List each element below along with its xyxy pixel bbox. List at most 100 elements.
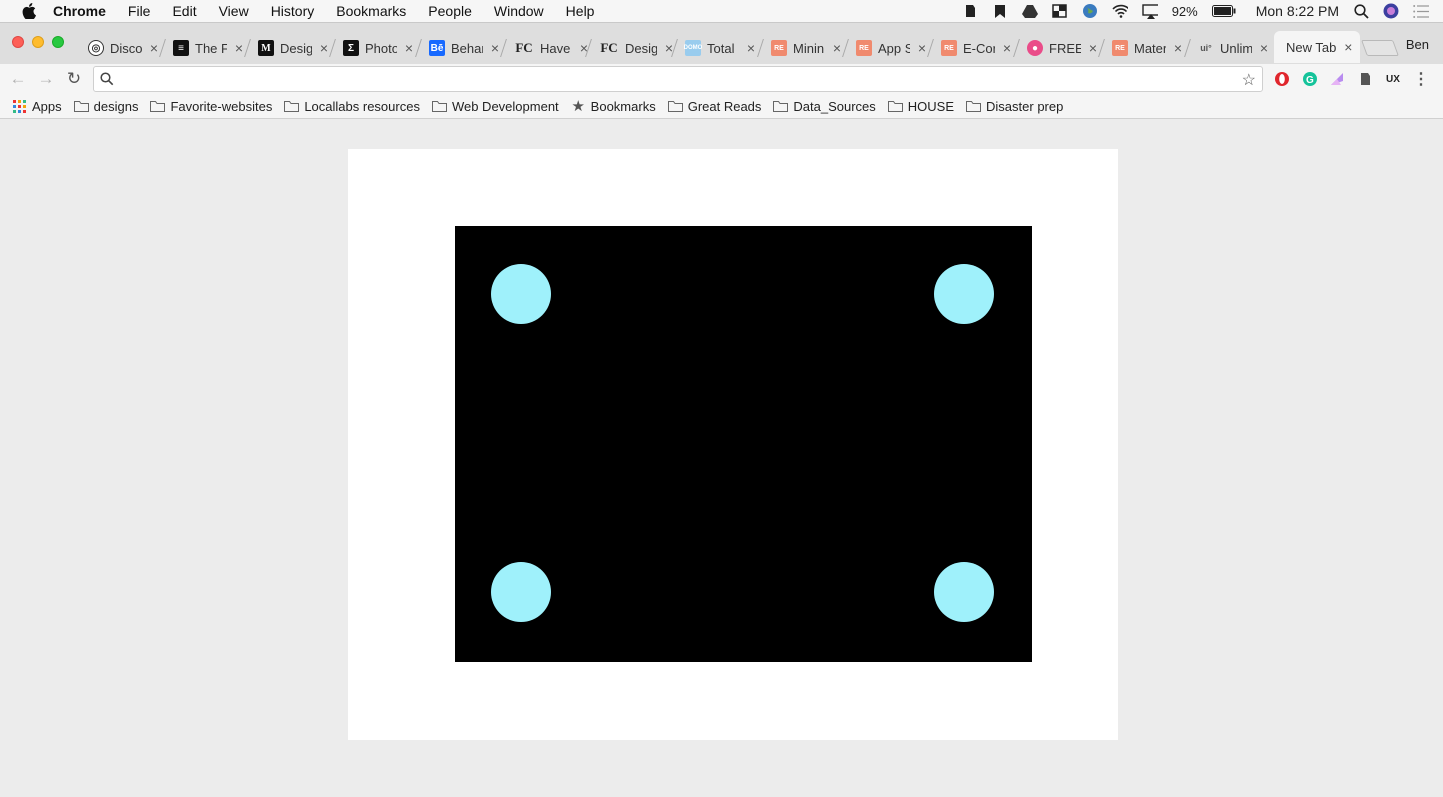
bookmark-house[interactable]: HOUSE (887, 98, 955, 114)
notification-center-icon[interactable] (1413, 3, 1429, 19)
bookmark-locallabs-resources[interactable]: Locallabs resources (284, 99, 420, 114)
dot-bottom-left (491, 562, 551, 622)
back-arrow-icon[interactable]: ← (8, 69, 28, 89)
chrome-menu-icon[interactable]: ⋮ (1412, 70, 1430, 88)
tab-total[interactable]: DOMO Total × (671, 33, 757, 63)
tab-e-cor[interactable]: RE E-Cor × (927, 33, 1013, 63)
close-tab-icon[interactable]: × (745, 40, 757, 56)
tab-photo[interactable]: Σ Photo × (329, 33, 415, 63)
tab-title: Desig (280, 40, 312, 56)
bookmark-icon[interactable] (992, 3, 1008, 19)
opera-extension-icon[interactable] (1273, 70, 1291, 88)
tab-app-s[interactable]: RE App S × (842, 33, 928, 63)
bookmark-favorite-websites[interactable]: Favorite-websites (150, 99, 272, 114)
address-input[interactable] (122, 70, 1222, 88)
siri-icon[interactable] (1383, 3, 1399, 19)
tab-behance[interactable]: Bē Behar × (415, 33, 501, 63)
tab-fc-have[interactable]: FC Have × (500, 33, 590, 63)
wifi-icon[interactable] (1112, 3, 1128, 19)
close-tab-icon[interactable]: × (233, 40, 245, 56)
menu-app-name[interactable]: Chrome (53, 3, 106, 19)
medium-icon: M (258, 40, 274, 56)
tab-title: App S (878, 40, 910, 56)
ux-check-extension-icon[interactable]: UX (1384, 70, 1402, 88)
menu-view[interactable]: View (219, 3, 249, 19)
folder-icon (887, 100, 903, 113)
menu-people[interactable]: People (428, 3, 472, 19)
evernote-extension-icon[interactable] (1356, 70, 1374, 88)
menu-edit[interactable]: Edit (172, 3, 196, 19)
tab-strip: ◎ Disco × ≡ The F × M Desig × Σ Photo × … (0, 22, 1443, 64)
tab-free[interactable]: ● FREE × (1013, 33, 1099, 63)
folder-icon (284, 100, 300, 113)
google-drive-icon[interactable] (1021, 3, 1038, 19)
tab-minin[interactable]: RE Minin × (757, 33, 843, 63)
forward-arrow-icon[interactable]: → (36, 69, 56, 89)
close-tab-icon[interactable]: × (1001, 40, 1013, 56)
tab-mater[interactable]: RE Mater × (1098, 33, 1184, 63)
tab-unlim[interactable]: ui° Unlim × (1184, 33, 1270, 63)
spotlight-search-icon[interactable] (1353, 3, 1369, 19)
bookmark-bookmarks[interactable]: ★ Bookmarks (571, 98, 656, 115)
close-tab-icon[interactable]: × (1258, 40, 1270, 56)
menu-bookmarks[interactable]: Bookmarks (336, 3, 406, 19)
evernote-icon[interactable] (962, 3, 978, 19)
bookmark-label: Web Development (451, 98, 559, 114)
bookmark-disaster-prep[interactable]: Disaster prep (966, 99, 1063, 114)
tab-title: Behar (451, 40, 483, 56)
close-window-button[interactable] (12, 36, 24, 48)
close-tab-icon[interactable]: × (916, 40, 928, 56)
reload-icon[interactable]: ↻ (64, 69, 84, 89)
close-tab-icon[interactable]: × (1087, 40, 1099, 56)
close-tab-icon[interactable]: × (831, 40, 843, 56)
close-tab-icon[interactable]: × (1172, 40, 1184, 56)
bookmark-designs[interactable]: designs (73, 99, 138, 114)
behance-icon: Bē (429, 40, 445, 56)
bookmark-great-reads[interactable]: Great Reads (667, 98, 762, 114)
menu-file[interactable]: File (128, 3, 151, 19)
tab-title: Mater (1134, 40, 1166, 56)
bookmark-star-icon[interactable]: ☆ (1242, 70, 1256, 90)
tab-title: E-Cor (963, 40, 995, 56)
color-picker-extension-icon[interactable] (1328, 70, 1346, 88)
minimize-window-button[interactable] (32, 36, 44, 48)
tab-title: Have (540, 40, 571, 56)
menu-window[interactable]: Window (494, 3, 544, 19)
ui-icon: ui° (1200, 43, 1212, 53)
window-grid-icon[interactable] (1052, 3, 1068, 19)
tab-medium-design[interactable]: M Desig × (244, 33, 330, 63)
menu-history[interactable]: History (271, 3, 315, 19)
bookmark-label: Disaster prep (986, 98, 1064, 114)
dot-bottom-right (934, 562, 994, 622)
tab-fc-design[interactable]: FC Desig × (585, 33, 675, 63)
profile-name[interactable]: Ben (1406, 37, 1429, 52)
close-tab-icon[interactable]: × (403, 40, 415, 56)
bookmark-apps[interactable]: Apps (12, 99, 62, 114)
close-tab-icon[interactable]: × (489, 40, 501, 56)
search-icon (100, 72, 114, 89)
bookmark-data-sources[interactable]: Data_Sources (773, 99, 876, 114)
apple-icon[interactable] (19, 3, 39, 19)
bookmark-label: HOUSE (907, 98, 955, 114)
bookmark-label: Great Reads (687, 98, 762, 114)
zoom-window-button[interactable] (52, 36, 64, 48)
grammarly-icon[interactable]: G (1301, 70, 1319, 88)
bookmark-label: Locallabs resources (304, 98, 420, 114)
airplay-icon[interactable] (1142, 3, 1158, 19)
bookmark-label: Bookmarks (590, 98, 656, 114)
tab-the-f[interactable]: ≡ The F × (159, 33, 245, 63)
folder-icon (73, 100, 89, 113)
clock[interactable]: Mon 8:22 PM (1256, 3, 1339, 19)
close-tab-icon[interactable]: × (318, 40, 330, 56)
bookmark-web-development[interactable]: Web Development (431, 98, 559, 114)
close-tab-icon[interactable]: × (1342, 39, 1354, 55)
tab-discord[interactable]: ◎ Disco × (80, 33, 160, 63)
address-bar[interactable]: ☆ (93, 66, 1263, 92)
menu-help[interactable]: Help (566, 3, 595, 19)
new-tab-button[interactable] (1361, 40, 1399, 56)
close-tab-icon[interactable]: × (148, 40, 160, 56)
tab-title: Photo (365, 40, 397, 56)
tab-new-tab[interactable]: New Tab × (1274, 31, 1360, 63)
globe-icon[interactable] (1082, 3, 1098, 19)
battery-icon[interactable] (1211, 3, 1236, 19)
